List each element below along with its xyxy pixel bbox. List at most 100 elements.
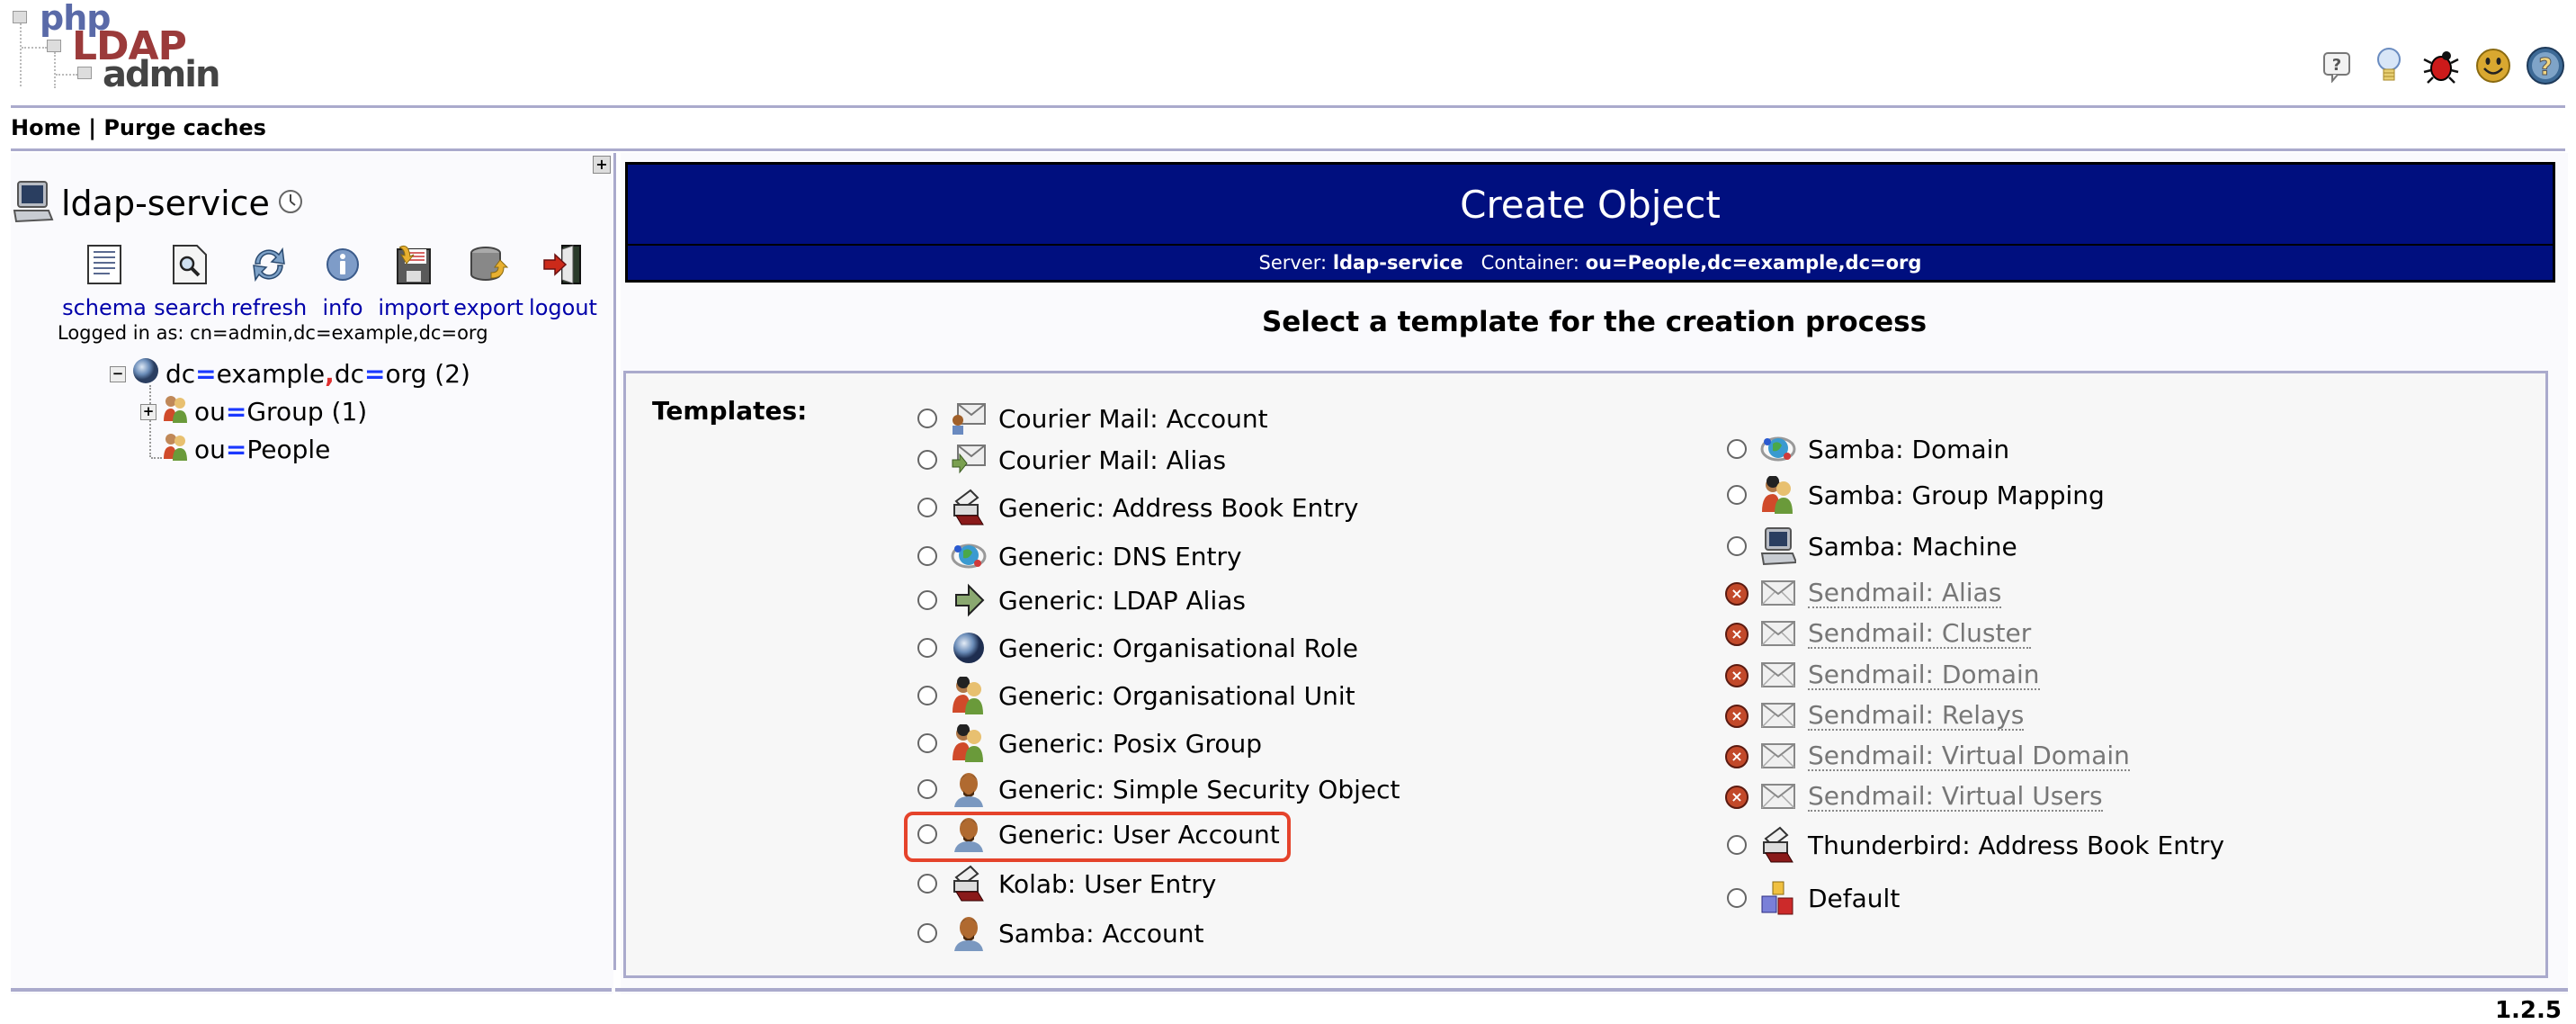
user-icon bbox=[950, 770, 988, 808]
template-radio[interactable] bbox=[917, 498, 937, 517]
template-label[interactable]: Kolab: User Entry bbox=[998, 869, 1216, 899]
template-label[interactable]: Courier Mail: Account bbox=[998, 404, 1268, 434]
computer-icon bbox=[1759, 527, 1797, 566]
arrow-right-icon bbox=[950, 581, 988, 619]
template-label[interactable]: Thunderbird: Address Book Entry bbox=[1808, 831, 2224, 860]
template-label[interactable]: Generic: Posix Group bbox=[998, 729, 1262, 759]
purge-caches-link[interactable]: Purge caches bbox=[103, 115, 266, 140]
phpldapadmin-logo: php LDAP admin bbox=[13, 0, 220, 95]
template-option-samba-domain[interactable]: Samba: Domain bbox=[1727, 430, 2009, 468]
template-label[interactable]: Generic: Organisational Role bbox=[998, 633, 1358, 663]
template-option-sendmail-virtual-users: × Sendmail: Virtual Users bbox=[1725, 778, 2103, 816]
info-button[interactable]: info bbox=[308, 241, 378, 320]
address-book-icon bbox=[1759, 826, 1797, 864]
template-radio[interactable] bbox=[1727, 439, 1747, 459]
select-template-heading: Select a template for the creation proce… bbox=[1261, 306, 1928, 338]
info-icon bbox=[319, 241, 366, 288]
disabled-x-icon: × bbox=[1725, 745, 1749, 768]
logged-in-as: Logged in as: cn=admin,dc=example,dc=org bbox=[58, 322, 488, 344]
template-label[interactable]: Courier Mail: Alias bbox=[998, 445, 1226, 475]
expand-toggle[interactable]: + bbox=[140, 403, 157, 420]
tree-node-ou-group[interactable]: + ou=Group (1) bbox=[140, 394, 367, 429]
template-radio[interactable] bbox=[917, 779, 937, 799]
info-label[interactable]: info bbox=[322, 295, 362, 320]
template-option-generic-address-book-entry[interactable]: Generic: Address Book Entry bbox=[917, 489, 1358, 526]
tree-node-ou-people[interactable]: ou=People bbox=[162, 432, 330, 467]
template-option-generic-posix-group[interactable]: Generic: Posix Group bbox=[917, 724, 1262, 762]
lightbulb-icon[interactable] bbox=[2369, 45, 2409, 86]
import-button[interactable]: import bbox=[378, 241, 450, 320]
export-label[interactable]: export bbox=[453, 295, 523, 320]
refresh-button[interactable]: refresh bbox=[230, 241, 308, 320]
clock-icon[interactable] bbox=[277, 188, 304, 219]
home-link[interactable]: Home bbox=[11, 115, 81, 140]
refresh-label[interactable]: refresh bbox=[231, 295, 307, 320]
template-label[interactable]: Samba: Machine bbox=[1808, 532, 2017, 561]
template-option-samba-account[interactable]: Samba: Account bbox=[917, 914, 1204, 952]
template-label[interactable]: Generic: DNS Entry bbox=[998, 542, 1242, 571]
template-option-generic-ldap-alias[interactable]: Generic: LDAP Alias bbox=[917, 581, 1246, 619]
template-option-thunderbird-address-book-entry[interactable]: Thunderbird: Address Book Entry bbox=[1727, 826, 2224, 864]
highlight-box bbox=[904, 812, 1291, 862]
template-label[interactable]: Samba: Account bbox=[998, 919, 1204, 948]
template-radio[interactable] bbox=[917, 450, 937, 470]
template-radio[interactable] bbox=[1727, 835, 1747, 855]
mail-icon bbox=[1759, 615, 1797, 653]
template-radio[interactable] bbox=[917, 546, 937, 566]
disabled-x-icon: × bbox=[1725, 582, 1749, 606]
group-icon bbox=[950, 724, 988, 762]
schema-button[interactable]: schema bbox=[59, 241, 149, 320]
mail-icon bbox=[1759, 657, 1797, 695]
help-bubble-icon[interactable]: ? bbox=[2317, 45, 2357, 86]
template-label[interactable]: Generic: LDAP Alias bbox=[998, 586, 1246, 615]
schema-label[interactable]: schema bbox=[62, 295, 147, 320]
export-button[interactable]: export bbox=[450, 241, 527, 320]
logout-button[interactable]: logout bbox=[527, 241, 599, 320]
logout-icon bbox=[540, 241, 586, 288]
template-option-kolab-user-entry[interactable]: Kolab: User Entry bbox=[917, 865, 1216, 903]
logout-label[interactable]: logout bbox=[529, 295, 597, 320]
template-option-samba-group-mapping[interactable]: Samba: Group Mapping bbox=[1727, 476, 2105, 514]
template-radio[interactable] bbox=[1727, 485, 1747, 505]
template-option-samba-machine[interactable]: Samba: Machine bbox=[1727, 527, 2017, 566]
template-label[interactable]: Generic: Address Book Entry bbox=[998, 493, 1358, 523]
template-radio[interactable] bbox=[917, 638, 937, 658]
template-option-generic-organisational-role[interactable]: Generic: Organisational Role bbox=[917, 629, 1358, 667]
search-icon bbox=[166, 241, 213, 288]
template-radio[interactable] bbox=[1727, 888, 1747, 908]
template-label[interactable]: Generic: Organisational Unit bbox=[998, 681, 1355, 711]
template-radio[interactable] bbox=[917, 923, 937, 943]
search-button[interactable]: search bbox=[149, 241, 230, 320]
server-name[interactable]: ldap-service bbox=[61, 184, 270, 223]
mail-icon bbox=[1759, 778, 1797, 816]
sidebar-expand-button[interactable]: + bbox=[593, 156, 611, 174]
template-label: Sendmail: Virtual Users bbox=[1808, 781, 2103, 812]
import-label[interactable]: import bbox=[378, 295, 449, 320]
top-icon-bar: ? ? bbox=[2317, 45, 2565, 86]
collapse-toggle[interactable]: − bbox=[110, 365, 126, 382]
template-option-generic-organisational-unit[interactable]: Generic: Organisational Unit bbox=[917, 677, 1355, 714]
smiley-icon[interactable] bbox=[2473, 45, 2513, 86]
template-radio[interactable] bbox=[917, 874, 937, 894]
search-label[interactable]: search bbox=[154, 295, 226, 320]
top-menu: Home | Purge caches bbox=[11, 115, 266, 140]
template-option-courier-mail-alias[interactable]: Courier Mail: Alias bbox=[917, 441, 1226, 479]
template-label[interactable]: Samba: Group Mapping bbox=[1808, 481, 2105, 510]
sidebar-divider[interactable] bbox=[613, 153, 616, 970]
template-radio[interactable] bbox=[917, 590, 937, 610]
template-radio[interactable] bbox=[917, 733, 937, 753]
template-label[interactable]: Samba: Domain bbox=[1808, 435, 2009, 464]
template-label[interactable]: Generic: Simple Security Object bbox=[998, 775, 1400, 804]
templates-label: Templates: bbox=[652, 396, 808, 426]
tree-root-dc-example-dc-org[interactable]: − dc=example,dc=org (2) bbox=[110, 356, 470, 391]
template-option-generic-dns-entry[interactable]: Generic: DNS Entry bbox=[917, 537, 1242, 575]
template-radio[interactable] bbox=[917, 686, 937, 705]
question-icon[interactable]: ? bbox=[2526, 45, 2565, 86]
template-label[interactable]: Default bbox=[1808, 884, 1900, 913]
template-radio[interactable] bbox=[1727, 536, 1747, 556]
template-option-courier-mail-account[interactable]: Courier Mail: Account bbox=[917, 400, 1268, 437]
template-radio[interactable] bbox=[917, 409, 937, 428]
bug-icon[interactable] bbox=[2421, 45, 2461, 86]
template-option-generic-simple-security-object[interactable]: Generic: Simple Security Object bbox=[917, 770, 1400, 808]
template-option-default[interactable]: Default bbox=[1727, 879, 1900, 917]
